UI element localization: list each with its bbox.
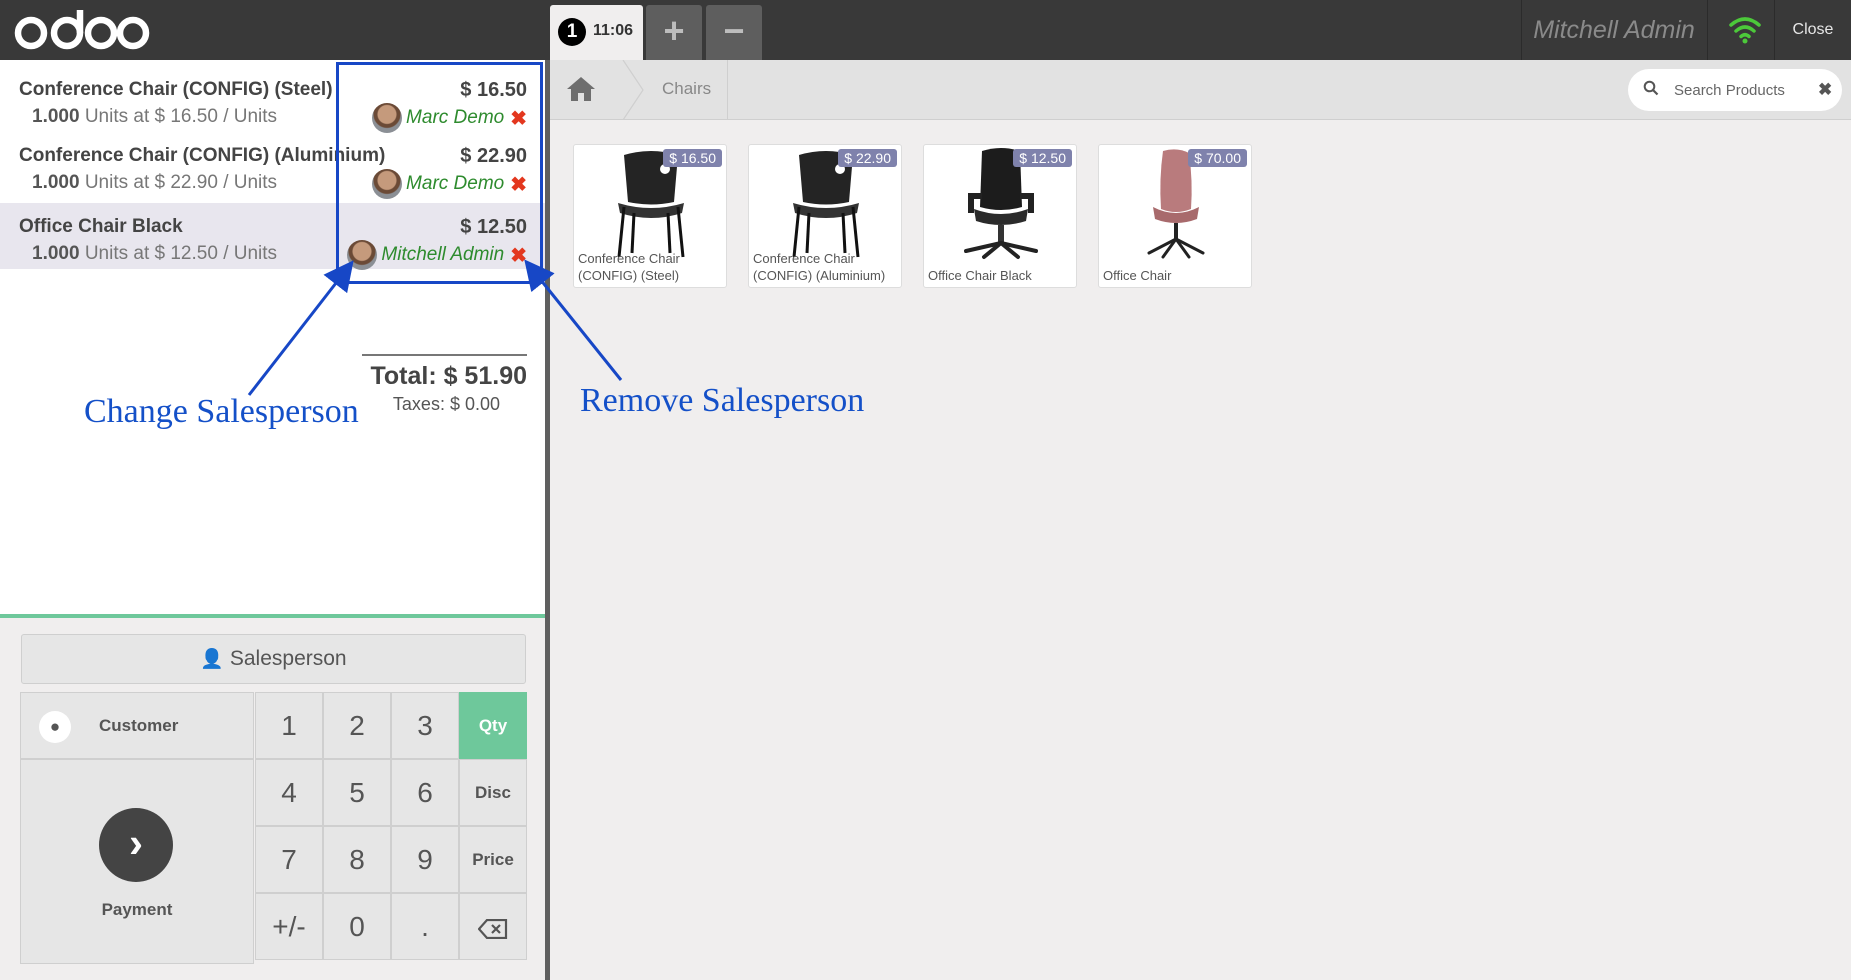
close-button[interactable]: Close [1775,0,1851,60]
customer-button[interactable]: ● Customer [20,692,254,759]
search-box: ✖ [1628,69,1842,111]
customer-user-icon: ● [39,711,71,743]
control-panel: 👤 Salesperson ● Customer › Payment 1 2 3… [0,614,545,980]
salesperson-button[interactable]: 👤 Salesperson [21,634,526,684]
product-name: Office Chair [1103,268,1172,283]
mode-qty-button[interactable]: Qty [459,692,527,759]
numpad-key-4[interactable]: 4 [255,759,323,826]
product-name: Conference Chair (CONFIG) (Aluminium) [753,251,886,283]
header-separator [1707,0,1708,60]
backspace-key[interactable] [459,893,527,960]
order-line-qty: 1.000 [32,106,80,127]
numpad-key-1[interactable]: 1 [255,692,323,759]
clear-search-icon[interactable]: ✖ [1818,80,1832,100]
payment-button[interactable]: › Payment [20,759,254,964]
breadcrumb-divider [727,60,728,120]
numpad-key-6[interactable]: 6 [391,759,459,826]
top-header: 1 11:06 + − Mitchell Admin Close [0,0,1851,60]
remove-order-button[interactable]: − [706,5,762,60]
order-time: 11:06 [593,22,634,39]
chevron-right-icon: › [99,808,173,882]
product-card[interactable]: $ 70.00 Office Chair [1098,144,1252,288]
product-price-tag: $ 12.50 [1013,149,1072,167]
numpad-key-9[interactable]: 9 [391,826,459,893]
numpad-key-5[interactable]: 5 [323,759,391,826]
order-line-name: Office Chair Black [19,216,183,237]
header-username[interactable]: Mitchell Admin [1522,16,1706,45]
order-line-unit-info: Units at $ 16.50 / Units [84,106,278,127]
annotation-change-salesperson: Change Salesperson [84,393,359,430]
numpad-key-plus-minus[interactable]: +/- [255,893,323,960]
product-card[interactable]: $ 22.90 Conference Chair (CONFIG) (Alumi… [748,144,902,288]
order-line-name: Conference Chair (CONFIG) (Aluminium) [19,145,386,166]
total-divider [362,354,527,356]
add-order-button[interactable]: + [646,5,702,60]
breadcrumb-separator [622,60,644,120]
category-breadcrumb-bar: Chairs ✖ [550,60,1851,120]
backspace-icon [477,918,508,939]
product-name: Conference Chair (CONFIG) (Steel) [578,251,680,283]
product-price-tag: $ 16.50 [663,149,722,167]
breadcrumb-category[interactable]: Chairs [662,79,711,99]
numpad-key-3[interactable]: 3 [391,692,459,759]
product-price-tag: $ 22.90 [838,149,897,167]
order-line-qty: 1.000 [32,243,80,264]
numpad-key-0[interactable]: 0 [323,893,391,960]
annotation-highlight-box [336,62,543,284]
order-number: 1 [558,18,586,46]
numpad-key-2[interactable]: 2 [323,692,391,759]
product-card[interactable]: $ 16.50 Conference Chair (CONFIG) (Steel… [573,144,727,288]
order-line-info: 1.000 Units at $ 12.50 / Units [32,243,277,265]
wifi-icon[interactable] [1728,14,1762,44]
numpad-key-decimal[interactable]: . [391,893,459,960]
salesperson-button-label: Salesperson [229,647,347,670]
odoo-logo [14,10,150,50]
user-icon: 👤 [200,649,225,670]
numpad-key-7[interactable]: 7 [255,826,323,893]
order-taxes: Taxes: $ 0.00 [392,394,500,414]
product-card[interactable]: $ 12.50 Office Chair Black [923,144,1077,288]
search-input[interactable] [1674,79,1814,101]
product-name: Office Chair Black [928,268,1032,283]
search-icon [1643,80,1659,96]
annotation-remove-salesperson: Remove Salesperson [580,382,865,419]
customer-label: Customer [99,716,179,735]
home-icon[interactable] [566,75,596,103]
mode-disc-button[interactable]: Disc [459,759,527,826]
mode-price-button[interactable]: Price [459,826,527,893]
order-line-info: 1.000 Units at $ 22.90 / Units [32,172,277,194]
numpad-key-8[interactable]: 8 [323,826,391,893]
order-total: Total: $ 51.90 [370,362,527,390]
payment-label: Payment [101,900,173,919]
order-tab[interactable]: 1 11:06 [550,5,643,60]
order-line-qty: 1.000 [32,172,80,193]
order-line-name: Conference Chair (CONFIG) (Steel) [19,79,333,100]
order-line-unit-info: Units at $ 22.90 / Units [84,172,278,193]
numpad-area: ● Customer › Payment 1 2 3 Qty 4 5 6 Dis… [20,692,527,964]
order-line-info: 1.000 Units at $ 16.50 / Units [32,106,277,128]
pane-divider [545,60,550,980]
product-price-tag: $ 70.00 [1188,149,1247,167]
order-line-unit-info: Units at $ 12.50 / Units [84,243,278,264]
